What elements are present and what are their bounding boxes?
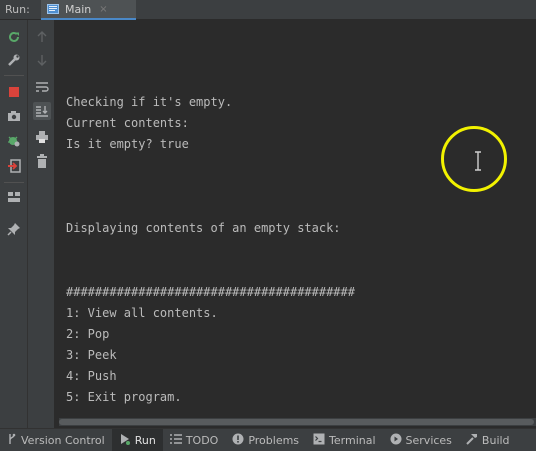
problems-icon [232,433,244,448]
close-icon[interactable]: × [99,4,107,15]
run-icon [119,433,131,448]
console-line: 5: Exit program. [66,390,182,404]
console-line: Displaying contents of an empty stack: [66,221,341,235]
run-tool-window-header: Run: Main × [0,0,536,20]
scroll-to-end-icon[interactable] [33,102,51,120]
toolbar-separator [4,182,24,183]
console-toolbar [28,20,55,428]
console-line: Is it empty? true [66,137,189,151]
horizontal-scrollbar[interactable] [59,418,536,426]
tab-main-label: Main [65,2,92,16]
run-tool-button[interactable]: Run [111,429,163,451]
console-line: ######################################## [66,285,355,299]
version-control-button[interactable]: Version Control [0,429,112,451]
todo-button[interactable]: TODO [163,429,226,451]
trash-icon[interactable] [33,152,51,170]
layout-icon[interactable] [5,188,23,206]
debug-settings-icon[interactable] [5,132,23,150]
version-control-label: Version Control [21,433,105,447]
print-icon[interactable] [33,128,51,146]
console-line: 1: View all contents. [66,306,218,320]
pin-icon[interactable] [5,220,23,238]
console-line: 3: Peek [66,348,117,362]
problems-label: Problems [248,433,300,447]
down-arrow-icon[interactable] [33,51,51,69]
problems-button[interactable]: Problems [225,429,306,451]
scrollbar-thumb[interactable] [59,419,534,425]
console-line: Current contents: [66,116,189,130]
tab-main[interactable]: Main × [41,0,136,20]
console-output[interactable]: Checking if it's empty. Current contents… [55,20,536,428]
services-icon [390,433,402,448]
stop-icon[interactable] [5,83,23,101]
run-panel-label: Run: [5,3,30,16]
up-arrow-icon[interactable] [33,28,51,46]
services-label: Services [405,433,452,447]
version-control-icon [7,433,17,448]
tool-window-bar: Version Control Run TODO Problems Termin… [0,428,536,451]
terminal-icon [313,433,325,448]
build-icon [466,433,478,448]
text-cursor-icon [472,151,484,171]
todo-icon [169,433,182,447]
terminal-label: Terminal [329,433,376,447]
rerun-icon[interactable] [5,28,23,46]
console-line: 2: Pop [66,327,110,341]
console-line: Checking if it's empty. [66,95,233,109]
console-tab-icon [47,0,59,19]
services-button[interactable]: Services [383,429,459,451]
wrench-icon[interactable] [5,51,23,69]
camera-icon[interactable] [5,107,23,125]
toolbar-separator [4,75,24,76]
build-label: Build [481,433,510,447]
todo-label: TODO [185,433,219,447]
run-actions-toolbar [0,20,28,428]
build-button[interactable]: Build [459,429,517,451]
terminal-button[interactable]: Terminal [306,429,383,451]
exit-icon[interactable] [5,157,23,175]
soft-wrap-icon[interactable] [33,78,51,96]
console-line: 4: Push [66,369,117,383]
run-tool-label: Run [134,433,156,447]
